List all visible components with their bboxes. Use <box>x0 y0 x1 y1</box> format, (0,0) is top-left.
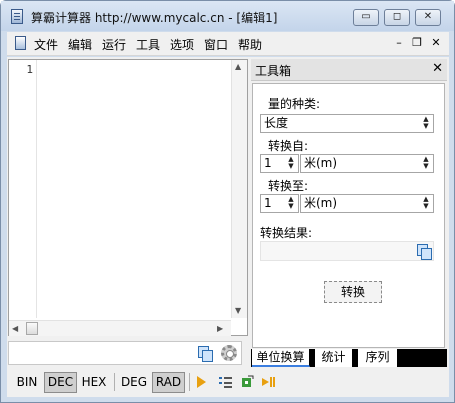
mode-dec-button[interactable]: DEC <box>44 372 77 393</box>
line-number: 1 <box>26 63 33 76</box>
scroll-down-arrow-icon[interactable]: ▼ <box>235 306 241 315</box>
title-bar[interactable]: 算霸计算器 http://www.mycalc.cn - [编辑1] ▭ ◻ ✕ <box>1 1 454 31</box>
toolbox-title: 工具箱 <box>255 64 292 78</box>
menu-options[interactable]: 选项 <box>170 36 194 53</box>
app-window: 算霸计算器 http://www.mycalc.cn - [编辑1] ▭ ◻ ✕… <box>0 0 455 403</box>
select-spin-icon: ▲ ▼ <box>423 155 429 170</box>
vertical-scrollbar[interactable]: ▲ ▼ <box>231 60 247 318</box>
toolbox-close-icon[interactable]: ✕ <box>432 61 443 76</box>
result-output[interactable] <box>260 241 434 261</box>
horizontal-scroll-thumb[interactable] <box>26 322 38 335</box>
from-amount-stepper[interactable]: 1 ▲ ▼ <box>260 154 299 173</box>
quantity-kind-label: 量的种类: <box>268 97 321 111</box>
select-spin-icon: ▲ ▼ <box>423 115 429 130</box>
menu-edit[interactable]: 编辑 <box>68 36 92 53</box>
scroll-up-arrow-icon[interactable]: ▲ <box>235 62 241 71</box>
menu-file[interactable]: 文件 <box>34 36 58 53</box>
tab-sequence[interactable]: 序列 <box>358 349 398 367</box>
mode-hex-button[interactable]: HEX <box>78 372 110 393</box>
copy-result-icon[interactable] <box>417 244 432 260</box>
toolbox-header: 工具箱 ✕ <box>251 59 447 81</box>
stepper-spin-icon[interactable]: ▲ ▼ <box>285 196 297 211</box>
line-number-gutter: 1 <box>9 60 37 318</box>
status-bar: BIN DEC HEX DEG RAD <box>8 369 448 395</box>
document-icon[interactable] <box>15 36 26 50</box>
quantity-kind-value: 长度 <box>264 116 289 130</box>
convert-button[interactable]: 转换 <box>324 281 382 303</box>
menu-bar: 文件 编辑 运行 工具 选项 窗口 帮助 – ❐ ✕ <box>7 32 449 56</box>
toolbox-tabs: 单位换算 统计 序列 <box>251 349 447 367</box>
menu-window[interactable]: 窗口 <box>204 36 228 53</box>
from-amount-value: 1 <box>264 156 272 170</box>
from-unit-select[interactable]: 米(m) ▲ ▼ <box>300 154 434 173</box>
mode-bin-button[interactable]: BIN <box>11 372 43 393</box>
toolbox-panel: 工具箱 ✕ 量的种类: 长度 ▲ ▼ 转换自: 1 ▲ ▼ 米(m) ▲ ▼ 转换至: <box>251 59 447 367</box>
stepper-spin-icon[interactable]: ▲ ▼ <box>285 156 297 171</box>
mode-rad-button[interactable]: RAD <box>152 372 185 393</box>
convert-to-label: 转换至: <box>268 179 309 193</box>
menu-run[interactable]: 运行 <box>102 36 126 53</box>
run-arrow-icon[interactable] <box>197 376 206 388</box>
window-title: 算霸计算器 http://www.mycalc.cn - [编辑1] <box>31 11 278 25</box>
gear-icon[interactable] <box>221 345 237 361</box>
tab-unit-conversion[interactable]: 单位换算 <box>252 349 310 367</box>
menu-tools[interactable]: 工具 <box>136 36 160 53</box>
status-separator <box>189 373 190 391</box>
horizontal-scrollbar[interactable]: ◀ ▶ <box>9 320 231 336</box>
run-lines-icon[interactable] <box>218 374 234 390</box>
unit-conversion-panel: 量的种类: 长度 ▲ ▼ 转换自: 1 ▲ ▼ 米(m) ▲ ▼ 转换至: 1 ▲ ▼ <box>252 83 445 348</box>
convert-from-label: 转换自: <box>268 139 309 153</box>
scroll-right-arrow-icon[interactable]: ▶ <box>217 324 223 333</box>
menu-help[interactable]: 帮助 <box>238 36 262 53</box>
calculator-app-icon <box>11 9 23 24</box>
minimize-button[interactable]: ▭ <box>353 9 379 26</box>
maximize-button[interactable]: ◻ <box>384 9 410 26</box>
to-unit-select[interactable]: 米(m) ▲ ▼ <box>300 194 434 213</box>
status-separator <box>114 373 115 391</box>
step-into-icon[interactable] <box>239 374 255 390</box>
to-unit-value: 米(m) <box>304 196 338 210</box>
mdi-minimize-button[interactable]: – <box>392 35 406 51</box>
mdi-close-button[interactable]: ✕ <box>429 35 443 51</box>
tab-statistics[interactable]: 统计 <box>315 349 353 367</box>
close-button[interactable]: ✕ <box>415 9 441 26</box>
result-label: 转换结果: <box>260 226 313 240</box>
scroll-left-arrow-icon[interactable]: ◀ <box>12 324 18 333</box>
quantity-kind-select[interactable]: 长度 ▲ ▼ <box>260 114 434 133</box>
mode-deg-button[interactable]: DEG <box>117 372 151 393</box>
command-input[interactable] <box>8 341 242 365</box>
select-spin-icon: ▲ ▼ <box>423 195 429 210</box>
client-area: 1 ▲ ▼ ◀ ▶ 工具箱 ✕ 量的种类: 长度 ▲ ▼ 转换自: 1 ▲ ▼ … <box>7 57 449 397</box>
copy-icon[interactable] <box>198 346 213 362</box>
from-unit-value: 米(m) <box>304 156 338 170</box>
code-editor[interactable]: 1 ▲ ▼ ◀ ▶ <box>8 59 248 336</box>
to-amount-stepper[interactable]: 1 ▲ ▼ <box>260 194 299 213</box>
mdi-restore-button[interactable]: ❐ <box>410 35 424 51</box>
run-to-end-icon[interactable] <box>260 374 276 390</box>
to-amount-value: 1 <box>264 196 272 210</box>
